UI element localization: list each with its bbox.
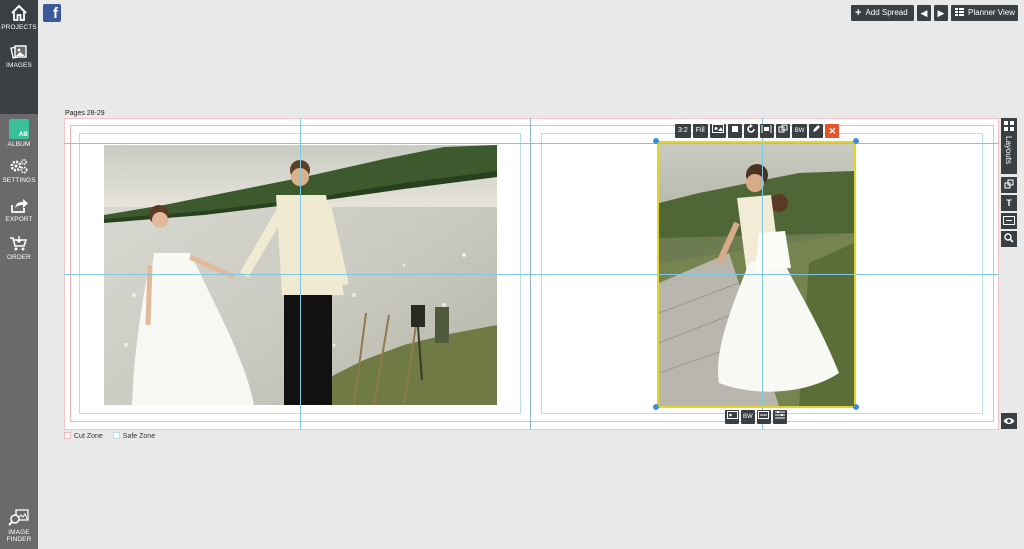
gears-icon — [10, 158, 28, 174]
duplicate-button[interactable] — [775, 124, 790, 138]
nav-album[interactable]: AB ALBUM — [0, 119, 38, 148]
eye-icon — [1003, 418, 1015, 424]
resize-handle-bottom-right[interactable] — [853, 404, 859, 410]
image-swap-icon — [726, 411, 738, 419]
fit-icon — [1003, 216, 1015, 225]
nav-settings-label: SETTINGS — [2, 177, 36, 184]
swap-image-button[interactable] — [709, 124, 726, 138]
nav-image-finder-label-2: FINDER — [6, 536, 32, 543]
resize-handle-top-left[interactable] — [653, 138, 659, 144]
text-icon: T — [1006, 198, 1012, 208]
next-spread-button[interactable]: ▶ — [934, 5, 948, 21]
close-icon: ✕ — [828, 126, 837, 136]
guide-line-middle[interactable] — [64, 274, 999, 275]
fit-width-icon — [758, 411, 770, 419]
bottom-fit-button[interactable] — [756, 410, 771, 424]
zoom-button[interactable] — [1001, 231, 1017, 247]
add-text-button[interactable]: T — [1001, 195, 1017, 211]
nav-export-label: EXPORT — [5, 216, 33, 223]
rotate-button[interactable] — [743, 124, 758, 138]
fit-spread-button[interactable] — [1001, 213, 1017, 229]
layouts-label: Layouts — [1004, 136, 1013, 165]
image-swap-icon — [711, 124, 724, 133]
facebook-icon: f — [53, 5, 58, 22]
ratio-button[interactable]: 3:2 — [675, 124, 691, 138]
delete-photo-button[interactable]: ✕ — [825, 124, 840, 138]
cut-zone-label: Cut Zone — [74, 433, 103, 440]
grid-list-icon — [955, 8, 964, 16]
nav-images[interactable]: IMAGES — [0, 43, 38, 69]
safe-zone-label: Safe Zone — [122, 433, 156, 440]
home-icon — [11, 4, 27, 21]
photo-toolbar-bottom: BW — [725, 410, 787, 424]
bottom-black-white-button[interactable]: BW — [741, 410, 755, 424]
nav-image-finder-label-1: IMAGE — [8, 529, 30, 536]
cut-zone-swatch — [64, 432, 71, 439]
nav-images-label: IMAGES — [6, 62, 32, 69]
triangle-left-icon: ◀ — [920, 8, 928, 18]
legend-cut-zone: Cut Zone — [64, 432, 103, 440]
duplicate-icon — [778, 124, 788, 133]
plus-icon: + — [855, 7, 862, 19]
search-icon — [1004, 233, 1014, 243]
cart-icon — [10, 236, 28, 251]
center-align-icon — [761, 125, 772, 133]
spine-line — [530, 118, 531, 430]
images-icon — [10, 45, 27, 59]
selected-photo-frame[interactable] — [657, 141, 856, 408]
pencil-icon — [812, 125, 820, 132]
add-spread-button[interactable]: + Add Spread — [851, 5, 914, 21]
album-icon-badge: AB — [18, 131, 28, 138]
preview-button[interactable] — [1001, 413, 1017, 429]
guide-line-top[interactable] — [64, 143, 999, 144]
rotate-icon — [746, 124, 755, 133]
sliders-icon — [774, 411, 785, 419]
triangle-right-icon: ▶ — [937, 8, 945, 18]
photo-toolbar: 3:2 Fill BW ✕ — [675, 124, 840, 138]
previous-spread-button[interactable]: ◀ — [917, 5, 931, 21]
black-white-button[interactable]: BW — [791, 124, 808, 138]
crop-button[interactable] — [727, 124, 742, 138]
facebook-button[interactable]: f — [43, 4, 61, 22]
layouts-tab[interactable]: Layouts — [1001, 118, 1017, 174]
nav-projects[interactable]: PROJECTS — [0, 4, 38, 31]
bottom-swap-image-button[interactable] — [725, 410, 739, 424]
resize-handle-top-right[interactable] — [853, 138, 859, 144]
pages-label: Pages 28-29 — [65, 110, 105, 117]
left-sidebar: PROJECTS IMAGES AB ALBUM SETTINGS EXPORT — [0, 0, 38, 549]
nav-settings[interactable]: SETTINGS — [0, 158, 38, 184]
nav-order[interactable]: ORDER — [0, 235, 38, 261]
nav-image-finder[interactable]: IMAGE FINDER — [0, 507, 38, 543]
planner-view-label: Planner View — [968, 8, 1015, 17]
add-spread-label: Add Spread — [865, 8, 908, 17]
fill-button[interactable]: Fill — [692, 124, 708, 138]
guide-line-left-center[interactable] — [300, 118, 301, 430]
image-finder-icon — [8, 509, 29, 526]
center-button[interactable] — [759, 124, 774, 138]
zone-legend: Cut Zone Safe Zone — [64, 432, 155, 440]
nav-order-label: ORDER — [7, 254, 31, 261]
nav-export[interactable]: EXPORT — [0, 197, 38, 223]
arrange-button[interactable] — [1001, 177, 1017, 193]
resize-handle-bottom-left[interactable] — [653, 404, 659, 410]
bottom-adjust-button[interactable] — [772, 410, 787, 424]
layers-icon — [1004, 179, 1014, 189]
nav-album-label: ALBUM — [7, 141, 31, 148]
safe-zone-swatch — [112, 432, 120, 439]
album-icon: AB — [9, 119, 29, 139]
square-icon — [731, 126, 738, 132]
nav-projects-label: PROJECTS — [1, 24, 37, 31]
grid-icon — [1004, 121, 1014, 131]
share-export-icon — [11, 199, 28, 213]
legend-safe-zone: Safe Zone — [112, 432, 156, 440]
edit-button[interactable] — [809, 124, 824, 138]
planner-view-button[interactable]: Planner View — [951, 5, 1018, 21]
